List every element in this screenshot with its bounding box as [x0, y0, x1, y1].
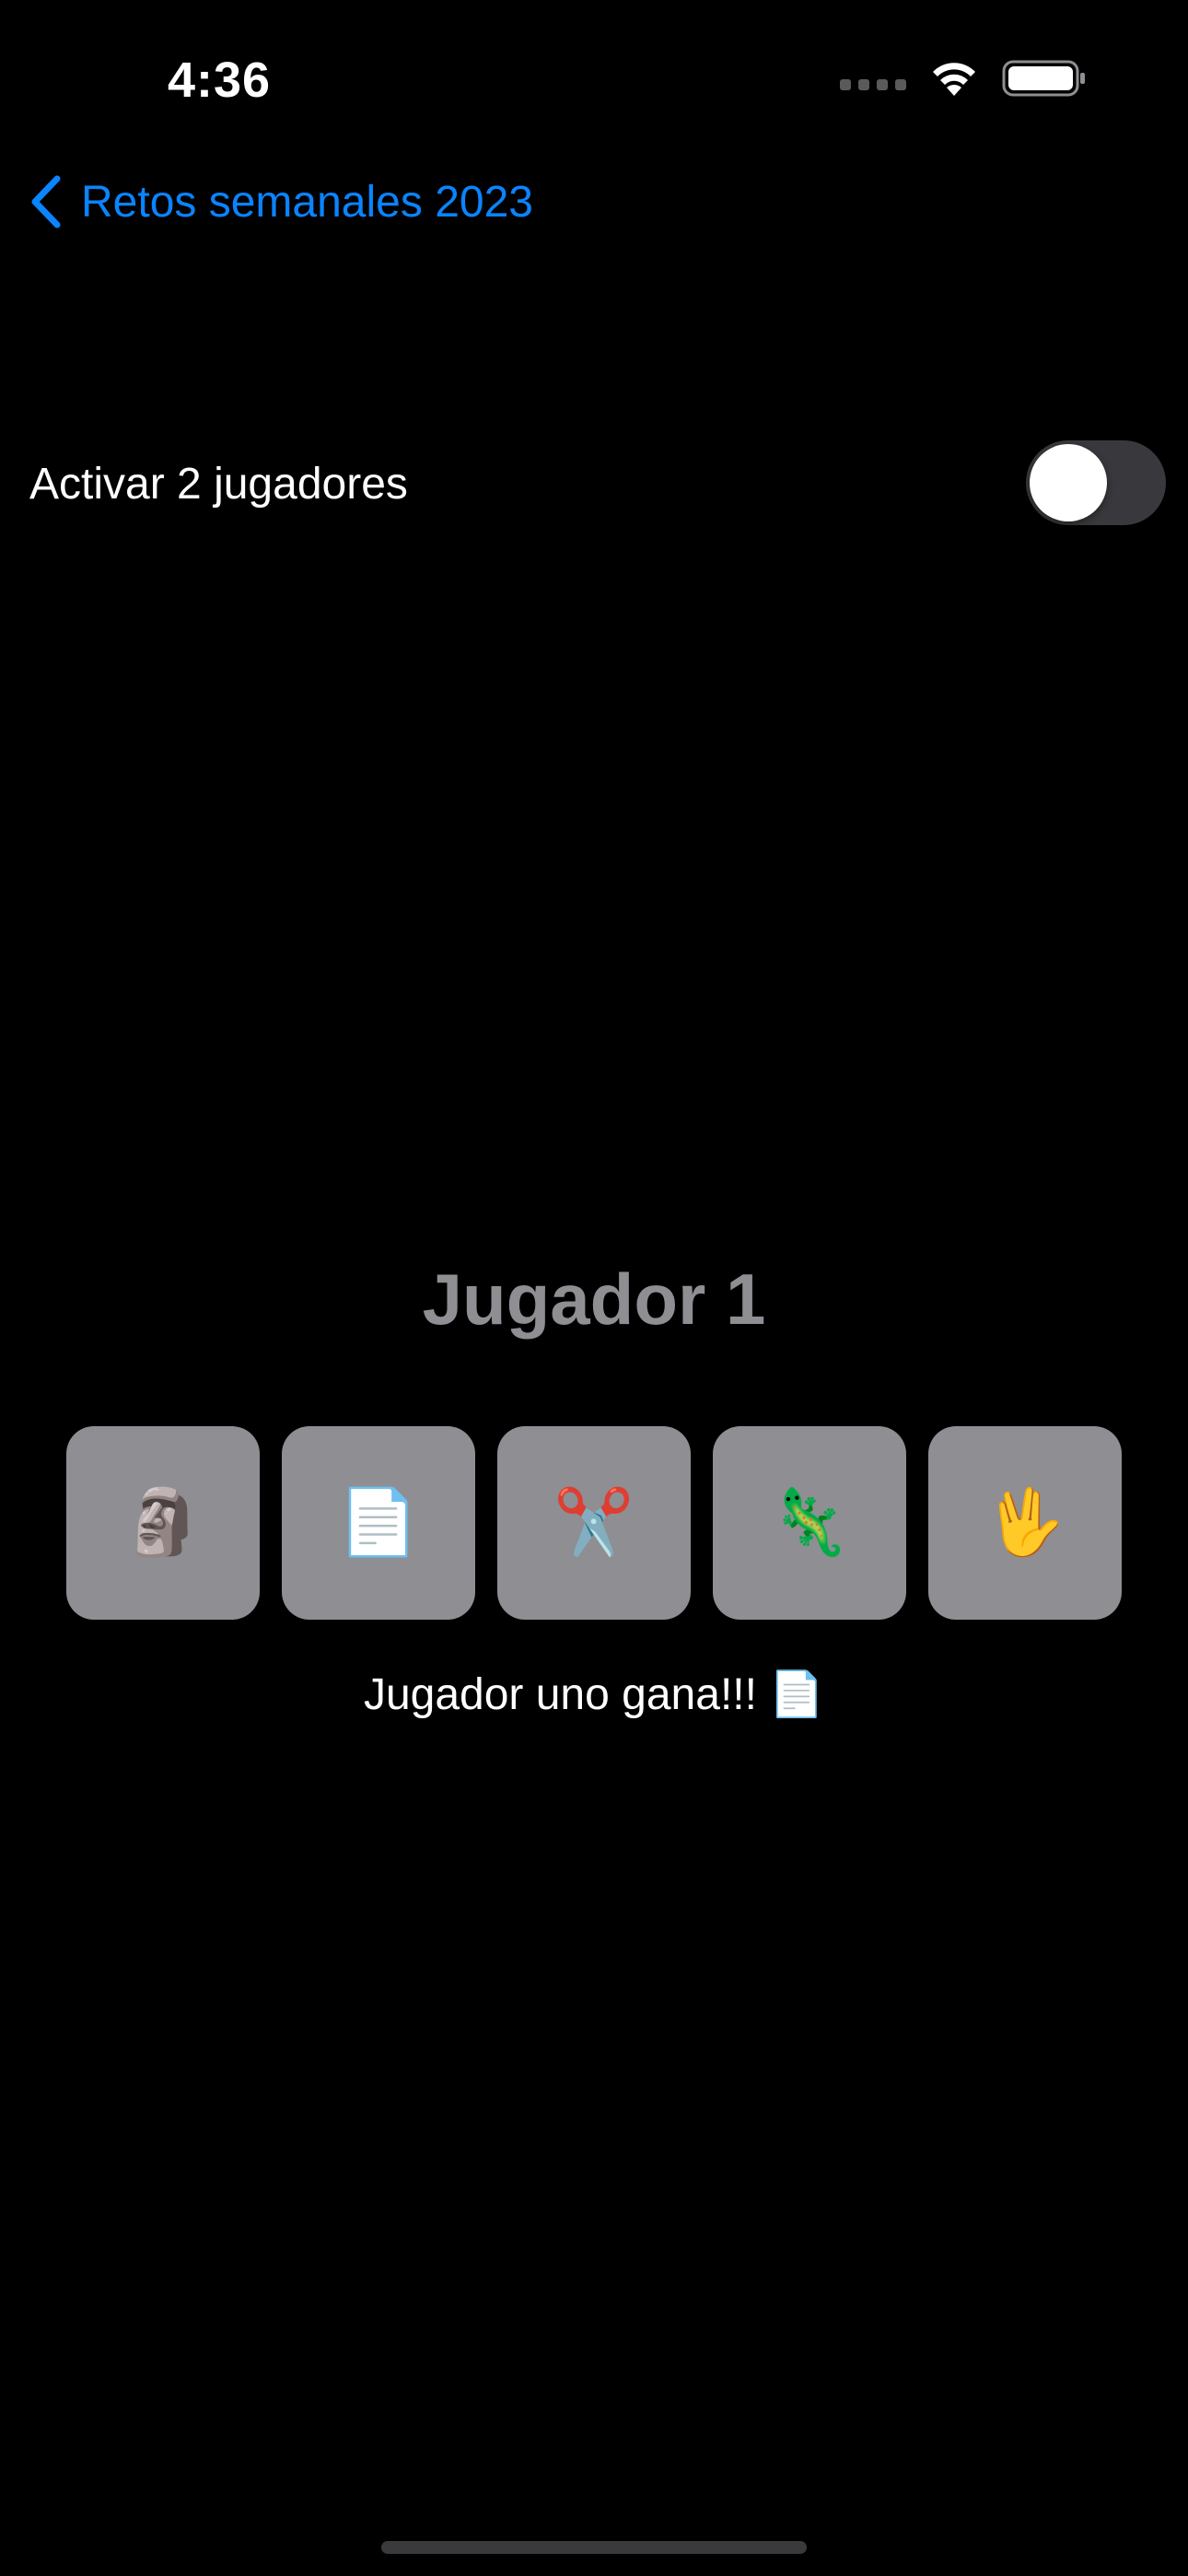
choice-buttons: 🗿 📄 ✂️ 🦎 🖖 — [66, 1426, 1122, 1620]
choice-spock-button[interactable]: 🖖 — [928, 1426, 1122, 1620]
choice-rock-button[interactable]: 🗿 — [66, 1426, 260, 1620]
status-bar: 4:36 — [0, 0, 1188, 157]
moai-stone-icon: 🗿 — [122, 1486, 204, 1558]
choice-lizard-button[interactable]: 🦎 — [713, 1426, 906, 1620]
cellular-signal-icon — [840, 79, 906, 90]
vulcan-salute-icon: 🖖 — [984, 1486, 1066, 1558]
two-players-label: Activar 2 jugadores — [29, 460, 408, 509]
home-indicator[interactable] — [381, 2541, 807, 2554]
choice-paper-button[interactable]: 📄 — [282, 1426, 475, 1620]
status-time: 4:36 — [168, 53, 272, 108]
result-text: Jugador uno gana!!! 📄 — [363, 1670, 825, 1719]
paper-page-icon: 📄 — [338, 1486, 419, 1558]
status-icons — [840, 59, 1087, 98]
two-players-toggle[interactable] — [1026, 440, 1166, 525]
back-button-label: Retos semanales 2023 — [81, 177, 533, 227]
two-players-row: Activar 2 jugadores — [0, 433, 1188, 534]
back-button[interactable]: Retos semanales 2023 — [28, 175, 533, 228]
chevron-left-icon — [31, 175, 61, 228]
scissors-icon: ✂️ — [553, 1486, 635, 1558]
battery-icon — [1002, 60, 1085, 97]
player-title: Jugador 1 — [422, 1259, 766, 1340]
wifi-icon — [933, 63, 975, 96]
choice-scissors-button[interactable]: ✂️ — [497, 1426, 691, 1620]
toggle-knob — [1030, 444, 1107, 521]
lizard-icon: 🦎 — [769, 1486, 850, 1558]
